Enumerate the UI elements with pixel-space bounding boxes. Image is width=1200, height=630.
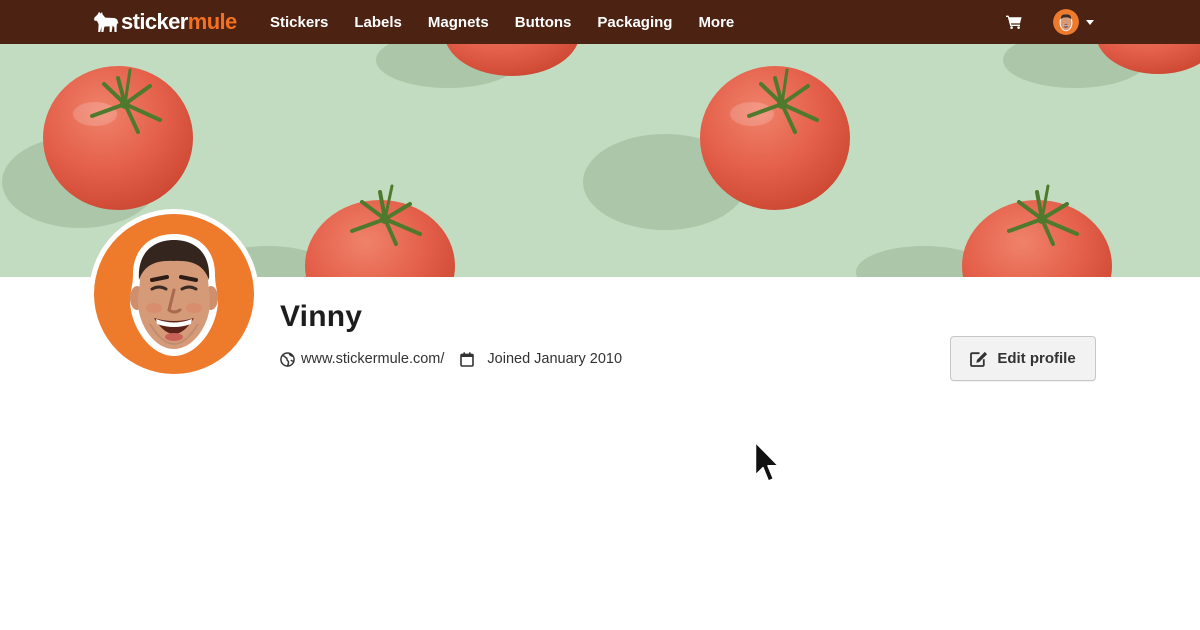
stickermule-logo[interactable]: stickermule	[93, 8, 237, 36]
logo-wordmark-mule: mule	[187, 9, 238, 34]
globe-icon	[280, 351, 295, 367]
profile-website-link[interactable]: www.stickermule.com/	[301, 351, 444, 367]
nav-item-buttons[interactable]: Buttons	[515, 14, 572, 31]
primary-nav: Stickers Labels Magnets Buttons Packagin…	[270, 0, 760, 44]
edit-profile-label: Edit profile	[997, 350, 1076, 367]
edit-profile-button[interactable]: Edit profile	[950, 336, 1096, 381]
nav-item-stickers[interactable]: Stickers	[270, 14, 328, 31]
user-avatar-small	[1053, 9, 1079, 35]
calendar-icon	[460, 351, 475, 367]
shopping-cart-icon[interactable]	[1006, 15, 1022, 29]
mule-logo-icon	[94, 11, 119, 33]
top-navigation-bar: stickermule Stickers Labels Magnets Butt…	[0, 0, 1200, 44]
nav-item-more[interactable]: More	[698, 14, 734, 31]
chevron-down-icon	[1086, 19, 1094, 25]
mouse-pointer-icon	[754, 441, 780, 482]
user-menu[interactable]	[1053, 9, 1094, 35]
edit-icon	[970, 351, 988, 367]
nav-item-packaging[interactable]: Packaging	[597, 14, 672, 31]
nav-item-labels[interactable]: Labels	[354, 14, 402, 31]
profile-avatar	[89, 209, 259, 379]
nav-item-magnets[interactable]: Magnets	[428, 14, 489, 31]
profile-meta: www.stickermule.com/ Joined January 2010	[280, 349, 622, 369]
profile-joined-date: Joined January 2010	[487, 351, 623, 367]
profile-photo-image	[94, 214, 254, 374]
logo-wordmark-sticker: sticker	[121, 9, 188, 34]
profile-name: Vinny	[280, 300, 363, 333]
